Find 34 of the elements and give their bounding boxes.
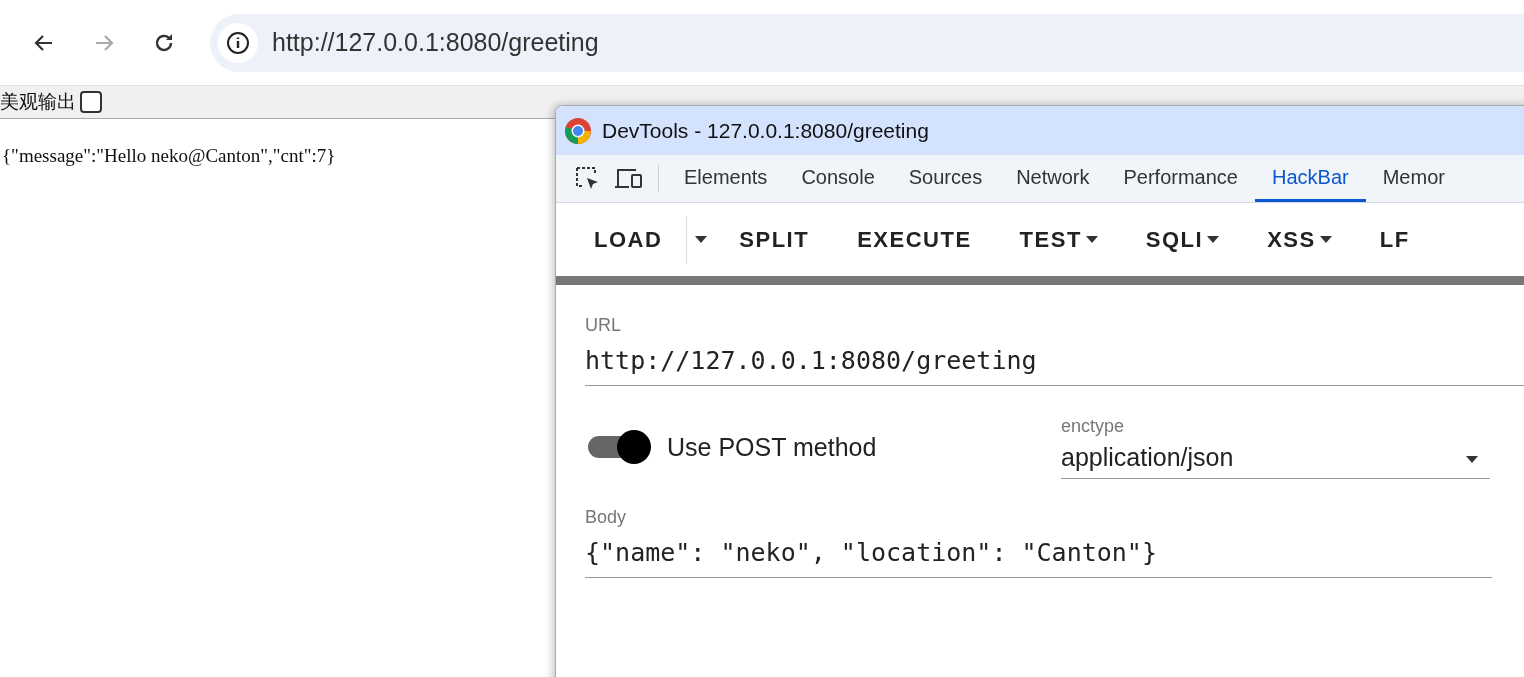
dropdown-arrow-icon: [1466, 455, 1478, 463]
toolbar-button[interactable]: LF: [1355, 216, 1434, 263]
browser-logo-icon: [564, 116, 592, 145]
body-field[interactable]: {"name": "neko", "location": "Canton"}: [585, 528, 1492, 578]
menu-button[interactable]: SQLI: [1121, 216, 1244, 263]
menu-button[interactable]: TEST: [995, 216, 1122, 263]
toggle-label: Use POST method: [667, 432, 877, 462]
enctype-label: enctype: [1061, 416, 1126, 437]
devtools-tab[interactable]: Elements: [667, 155, 785, 202]
address-text: http://127.0.0.1:8080/greeting: [272, 28, 599, 57]
devtools-tab[interactable]: Performance: [1106, 155, 1255, 202]
devtools-tab[interactable]: HackBar: [1255, 155, 1366, 202]
url-field[interactable]: http://127.0.0.1:8080/greeting: [585, 336, 1524, 386]
caret-icon: [695, 236, 708, 243]
caret-icon: [1085, 236, 1098, 243]
toolbar-button[interactable]: EXECUTE: [833, 216, 996, 263]
devtools-tab[interactable]: Console: [784, 155, 892, 202]
enctype-select[interactable]: application/json: [1061, 437, 1490, 479]
devtools-tab[interactable]: Network: [999, 155, 1107, 202]
url-label: URL: [585, 315, 622, 336]
window-title: DevTools - 127.0.0.1:8080/greeting: [602, 118, 929, 143]
pretty-print-checkbox[interactable]: [80, 91, 102, 113]
body-label: Body: [585, 507, 628, 528]
toolbar-button[interactable]: LOAD: [570, 216, 687, 263]
devtools-tab[interactable]: Sources: [891, 155, 1000, 202]
address-bar[interactable]: http://127.0.0.1:8080/greeting: [210, 13, 1524, 72]
caret-icon: [1319, 236, 1332, 243]
json-output: {"message":"Hello neko@Canton","cnt":7}: [2, 145, 336, 166]
devtools-tab[interactable]: Memor: [1365, 155, 1462, 202]
caret-icon: [1207, 236, 1220, 243]
toolbar-button[interactable]: SPLIT: [715, 216, 834, 263]
info-icon[interactable]: [226, 30, 250, 55]
menu-button[interactable]: XSS: [1243, 216, 1356, 263]
pretty-print-label: 美观输出: [0, 89, 76, 114]
